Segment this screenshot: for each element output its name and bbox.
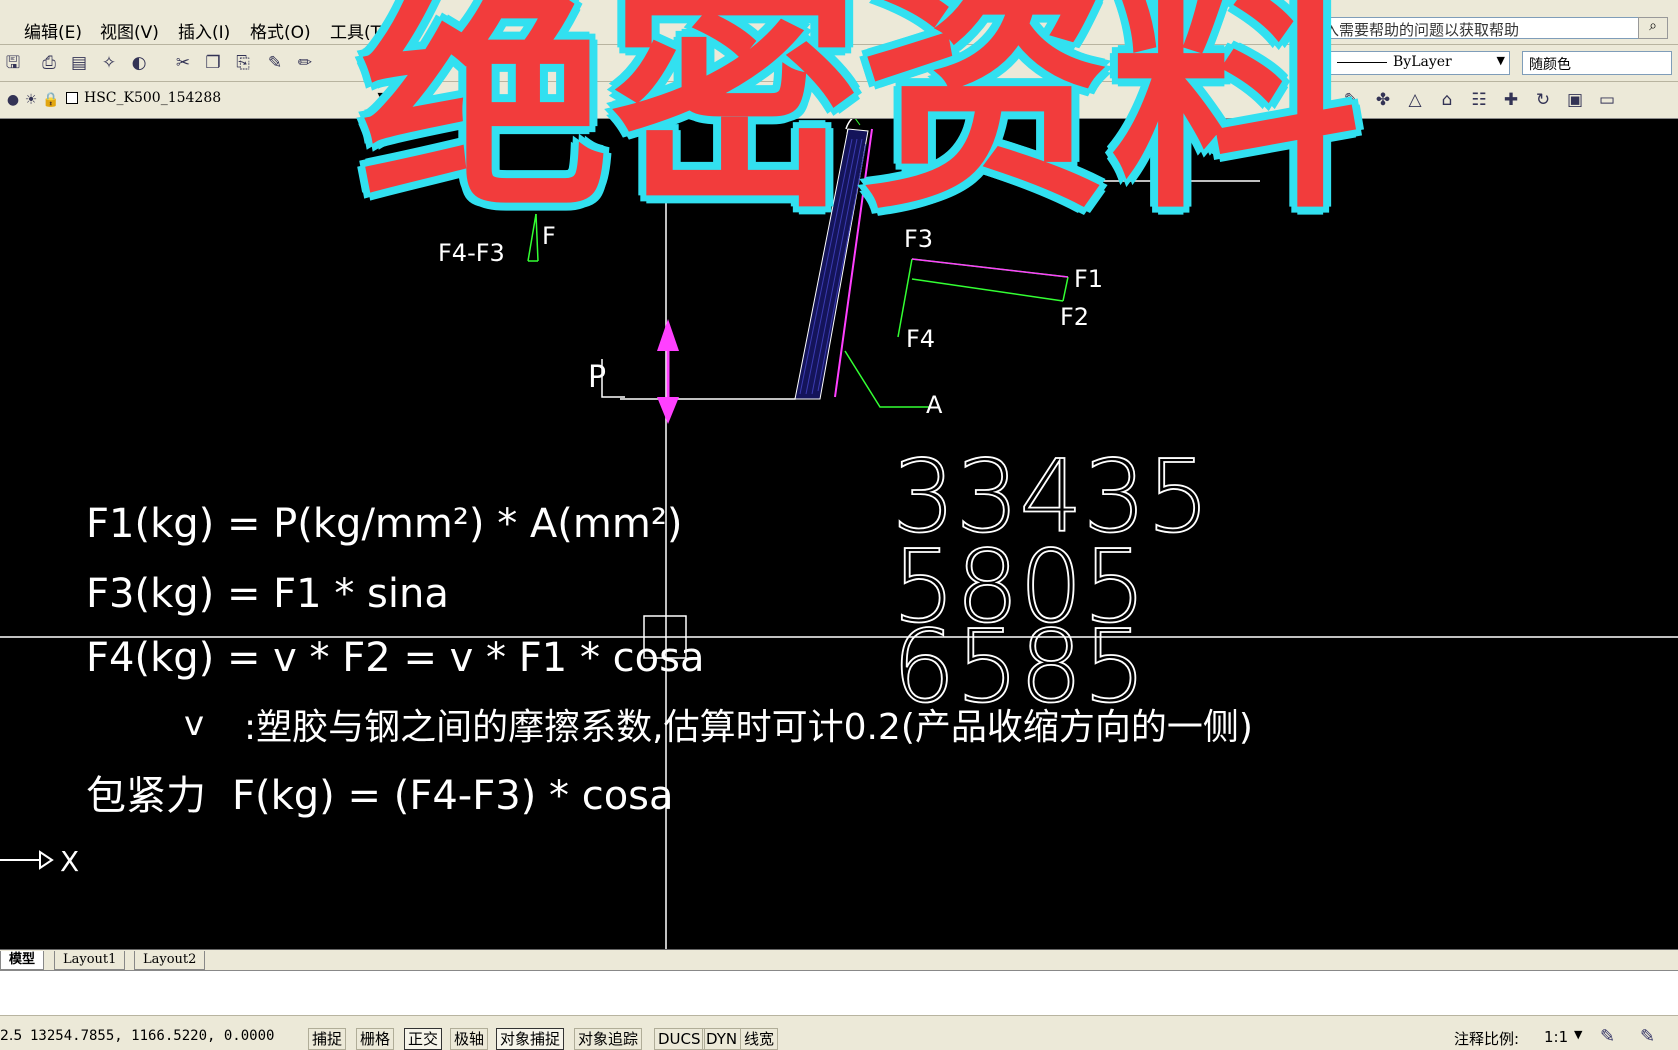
- menu-view[interactable]: 视图(V): [100, 18, 159, 43]
- formula-v-note: :塑胶与钢之间的摩擦系数,估算时可计0.2(产品收缩方向的一侧): [244, 707, 1253, 748]
- drawing-svg: F4-F3 F F3 F1 F2 F4 P A 33435 5805 6585 …: [0, 110, 1678, 949]
- label-f2: F2: [1060, 303, 1089, 331]
- menu-format[interactable]: 格式(O): [250, 18, 311, 43]
- annotation-scale-select[interactable]: 1:1: [1544, 1028, 1568, 1046]
- formula-f3: F3(kg) = F1 * sina: [86, 571, 449, 617]
- status-bar: 2.5 13254.7855, 1166.5220, 0.0000 捕捉 栅格 …: [0, 1015, 1678, 1050]
- dyn-toggle[interactable]: DYN: [702, 1028, 742, 1050]
- help-search-icon[interactable]: ⌕: [1638, 17, 1668, 39]
- color-select[interactable]: 随颜色: [1522, 51, 1672, 75]
- formula-v-symbol: v: [184, 704, 204, 744]
- chevron-down-icon[interactable]: ▼: [1574, 1028, 1582, 1041]
- menu-insert[interactable]: 插入(I): [178, 18, 230, 43]
- block-editor-icon[interactable]: ✏: [292, 50, 318, 76]
- ortho-toggle[interactable]: 正交: [404, 1028, 443, 1050]
- tab-model[interactable]: 模型: [0, 951, 45, 970]
- otrack-toggle[interactable]: 对象追踪: [574, 1028, 643, 1050]
- match-properties-icon[interactable]: ✎: [262, 50, 288, 76]
- osnap-toggle[interactable]: 对象捕捉: [496, 1028, 565, 1050]
- cut-icon[interactable]: ✂: [170, 50, 196, 76]
- copy-icon[interactable]: ❐: [200, 50, 226, 76]
- annotation-visibility-icon[interactable]: ✎: [1600, 1026, 1615, 1047]
- formula-grip: F(kg) = (F4-F3) * cosa: [232, 773, 674, 819]
- label-a: A: [926, 391, 943, 419]
- tab-layout1[interactable]: Layout1: [54, 951, 126, 970]
- status-left-value: 2.5: [0, 1028, 23, 1044]
- offset-icon[interactable]: ⌂: [1434, 87, 1460, 113]
- formula-f4: F4(kg) = v * F2 = v * F1 * cosa: [86, 635, 704, 681]
- 3d-dwf-icon[interactable]: ◐: [126, 50, 152, 76]
- command-line[interactable]: [0, 970, 1678, 1015]
- layout-tabs: 模型 Layout1 Layout2: [0, 949, 1678, 970]
- auto-scale-icon[interactable]: ✎: [1640, 1026, 1655, 1047]
- tab-layout2[interactable]: Layout2: [134, 951, 206, 970]
- ucs-x-label: X: [60, 845, 79, 878]
- save-icon[interactable]: 🖫: [0, 50, 26, 76]
- coordinates-readout: 13254.7855, 1166.5220, 0.0000: [30, 1028, 275, 1044]
- ducs-toggle[interactable]: DUCS: [654, 1028, 705, 1050]
- watermark-stamp: 绝密资料: [360, 0, 1360, 242]
- print-preview-icon[interactable]: ▤: [66, 50, 92, 76]
- stretch-icon[interactable]: ▭: [1594, 87, 1620, 113]
- polar-toggle[interactable]: 极轴: [450, 1028, 489, 1050]
- layer-select[interactable]: HSC_K500_154288 ▼: [60, 88, 390, 112]
- copy-object-icon[interactable]: ✤: [1370, 87, 1396, 113]
- publish-icon[interactable]: ✧: [96, 50, 122, 76]
- array-icon[interactable]: ☷: [1466, 87, 1492, 113]
- formula-grip-prefix: 包紧力: [86, 773, 206, 819]
- linetype-value: ByLayer: [1393, 54, 1452, 70]
- grid-toggle[interactable]: 栅格: [356, 1028, 395, 1050]
- formula-f1: F1(kg) = P(kg/mm²) * A(mm²): [86, 501, 682, 547]
- layer-name: HSC_K500_154288: [84, 90, 222, 106]
- rotate-icon[interactable]: ↻: [1530, 87, 1556, 113]
- ucs-icon: X: [0, 845, 79, 878]
- drawing-canvas[interactable]: F4-F3 F F3 F1 F2 F4 P A 33435 5805 6585 …: [0, 110, 1678, 949]
- color-value: 随颜色: [1529, 57, 1571, 73]
- result-numbers: 33435 5805 6585: [891, 437, 1211, 726]
- snap-toggle[interactable]: 捕捉: [308, 1028, 347, 1050]
- label-f4-f3: F4-F3: [438, 239, 505, 267]
- move-icon[interactable]: ✚: [1498, 87, 1524, 113]
- annotation-scale-label: 注释比例:: [1454, 1030, 1520, 1048]
- paste-icon[interactable]: ⎘: [230, 50, 256, 76]
- print-icon[interactable]: ⎙: [36, 50, 62, 76]
- scale-icon[interactable]: ▣: [1562, 87, 1588, 113]
- label-p: P: [588, 360, 606, 395]
- force-f1-line: [911, 258, 1069, 278]
- label-f4: F4: [906, 325, 935, 353]
- mirror-icon[interactable]: △: [1402, 87, 1428, 113]
- label-f1: F1: [1074, 265, 1103, 293]
- pressure-arrow: [657, 319, 679, 424]
- lineweight-toggle[interactable]: 线宽: [740, 1028, 779, 1050]
- menu-edit[interactable]: 编辑(E): [24, 18, 82, 43]
